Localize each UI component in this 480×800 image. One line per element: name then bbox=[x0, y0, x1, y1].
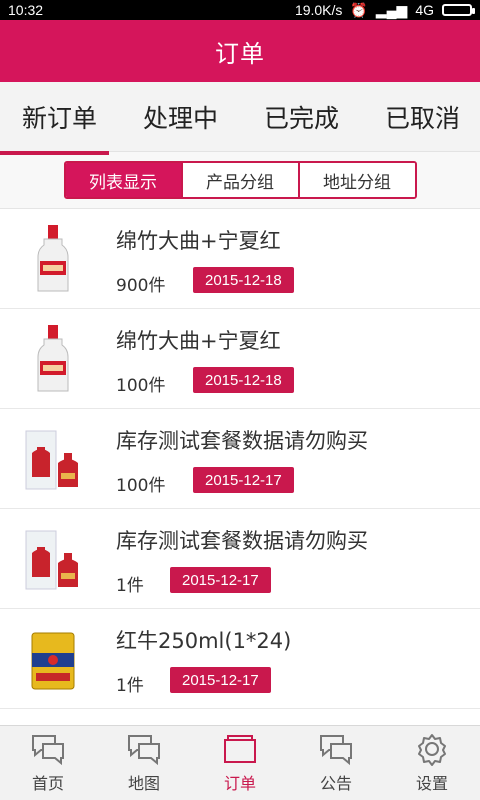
nav-announcements-label: 公告 bbox=[319, 774, 352, 793]
order-row[interactable]: 红牛250ml(1*24) 1件 2015-12-17 bbox=[0, 609, 480, 709]
view-mode-segment: 列表显示 产品分组 地址分组 bbox=[63, 161, 417, 199]
order-date-badge: 2015-12-18 bbox=[193, 367, 294, 393]
order-date-badge: 2015-12-17 bbox=[170, 567, 271, 593]
order-quantity: 100件 bbox=[116, 476, 166, 496]
nav-home[interactable]: 首页 bbox=[0, 726, 96, 800]
segment-group-by-product[interactable]: 产品分组 bbox=[180, 163, 298, 197]
order-date-badge: 2015-12-17 bbox=[170, 667, 271, 693]
tab-processing[interactable]: 处理中 bbox=[143, 99, 218, 135]
nav-orders[interactable]: 订单 bbox=[192, 726, 288, 800]
order-row[interactable]: 库存测试套餐数据请勿购买 1件 2015-12-17 bbox=[0, 509, 480, 609]
gift-set-icon bbox=[25, 430, 78, 490]
tab-cancelled[interactable]: 已取消 bbox=[385, 99, 460, 135]
order-row[interactable]: 绵竹大曲+宁夏红 900件 2015-12-18 bbox=[0, 209, 480, 309]
product-name: 库存测试套餐数据请勿购买 bbox=[116, 429, 368, 453]
page-title: 订单 bbox=[215, 39, 265, 68]
signal-icon: ▂▄▆ bbox=[375, 1, 408, 18]
nav-orders-label: 订单 bbox=[223, 774, 256, 793]
energy-drink-can-icon bbox=[31, 632, 75, 690]
network-type: 4G bbox=[415, 2, 434, 18]
order-list: 绵竹大曲+宁夏红 900件 2015-12-18 绵竹大曲+宁夏红 100件 2… bbox=[0, 209, 480, 709]
nav-announcements[interactable]: 公告 bbox=[288, 726, 384, 800]
battery-icon bbox=[442, 4, 475, 16]
order-quantity: 1件 bbox=[116, 576, 144, 596]
bottom-navigation: 首页 地图 订单 公告 设置 bbox=[0, 725, 480, 800]
gear-icon bbox=[418, 734, 446, 766]
product-name: 红牛250ml(1*24) bbox=[116, 629, 292, 653]
order-row[interactable]: 绵竹大曲+宁夏红 100件 2015-12-18 bbox=[0, 309, 480, 409]
order-row[interactable]: 库存测试套餐数据请勿购买 100件 2015-12-17 bbox=[0, 409, 480, 509]
alarm-icon: ⏰ bbox=[350, 1, 368, 18]
segment-group-by-address[interactable]: 地址分组 bbox=[297, 163, 415, 197]
product-name: 库存测试套餐数据请勿购买 bbox=[116, 529, 368, 553]
gift-set-icon bbox=[25, 530, 78, 590]
order-quantity: 900件 bbox=[116, 276, 166, 296]
chat-bubbles-icon bbox=[32, 735, 64, 766]
order-date-badge: 2015-12-17 bbox=[193, 467, 294, 493]
tab-new-orders[interactable]: 新订单 bbox=[0, 99, 110, 155]
order-status-tabs: 新订单 处理中 已完成 已取消 bbox=[0, 82, 480, 155]
status-time: 10:32 bbox=[8, 2, 44, 18]
nav-home-label: 首页 bbox=[31, 774, 64, 793]
view-mode-bar: 列表显示 产品分组 地址分组 bbox=[0, 152, 480, 209]
liquor-bottle-icon bbox=[37, 325, 69, 392]
order-quantity: 1件 bbox=[116, 676, 144, 696]
order-date-badge: 2015-12-18 bbox=[193, 267, 294, 293]
tab-completed[interactable]: 已完成 bbox=[264, 99, 339, 135]
segment-list-view[interactable]: 列表显示 bbox=[65, 163, 181, 197]
title-bar: 订单 bbox=[0, 20, 480, 82]
nav-settings[interactable]: 设置 bbox=[384, 726, 480, 800]
order-quantity: 100件 bbox=[116, 376, 166, 396]
orders-icon bbox=[224, 735, 256, 763]
nav-settings-label: 设置 bbox=[415, 774, 448, 793]
status-bar: 10:32 19.0K/s ⏰ ▂▄▆ 4G bbox=[0, 0, 480, 20]
net-speed: 19.0K/s bbox=[294, 2, 343, 18]
product-name: 绵竹大曲+宁夏红 bbox=[116, 329, 281, 353]
liquor-bottle-icon bbox=[37, 225, 69, 292]
product-name: 绵竹大曲+宁夏红 bbox=[116, 229, 281, 253]
nav-map[interactable]: 地图 bbox=[96, 726, 192, 800]
nav-map-label: 地图 bbox=[127, 774, 160, 793]
chat-bubbles-icon bbox=[128, 735, 160, 766]
chat-bubbles-icon bbox=[320, 735, 352, 766]
